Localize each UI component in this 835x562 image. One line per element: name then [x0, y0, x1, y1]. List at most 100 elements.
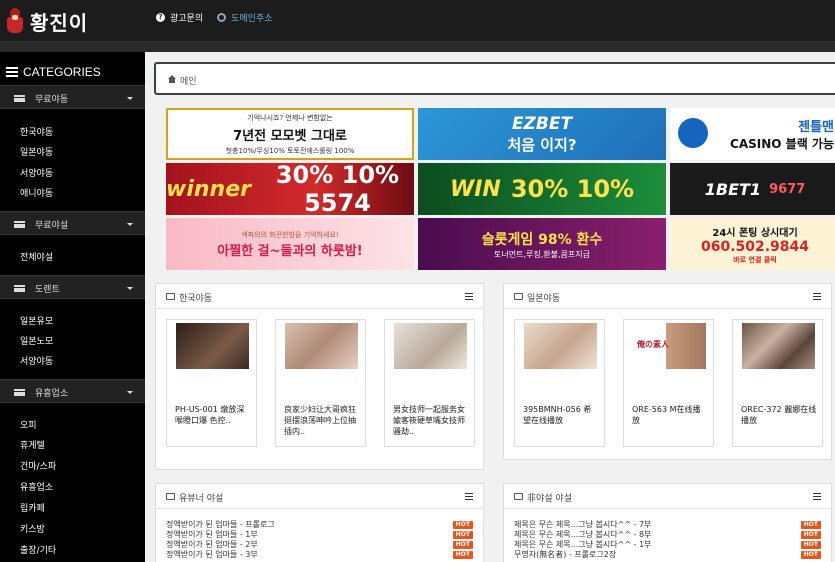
- story-list: 제목은 무슨 제목...그냥 봅시다^^ - 7부 HOT 제목은 무슨 제목..…: [514, 520, 821, 560]
- list-item[interactable]: 무명자(無名者) - 프롤로그2장 HOT: [514, 550, 821, 560]
- sidebar-item-venues[interactable]: 유흥업소: [20, 480, 53, 493]
- video-title[interactable]: 395BMNH-056 希望在线播放: [523, 404, 599, 426]
- panel-non-story: 非야설 야설 제목은 무슨 제목...그냥 봅시다^^ - 7부 HOT 제목은 …: [503, 483, 832, 562]
- sidebar-item-japan-censored[interactable]: 일본유모: [20, 314, 53, 327]
- list-item[interactable]: 제목은 무슨 제목...그냥 봅시다^^ - 7부 HOT: [514, 520, 821, 530]
- video-thumbnail[interactable]: 俺の素人: [633, 323, 706, 369]
- folder-icon: [514, 293, 523, 300]
- thumbnail-label: 俺の素人: [637, 339, 669, 349]
- breadcrumb-label[interactable]: 메인: [180, 74, 197, 87]
- hot-badge: HOT: [800, 551, 821, 559]
- video-card[interactable]: 男女技师一起服务女婾客筱硬草嘴女技师骚劫..: [384, 319, 475, 447]
- banner-night[interactable]: 색파의의 화끈한밤을 기억하세요! 아찔한 걸~들과의 하룻밤!: [166, 218, 414, 270]
- home-icon[interactable]: [168, 75, 176, 83]
- banner-slot[interactable]: 슬롯게임 98% 환수 토너먼트,루징,환불,콤프지급: [418, 218, 666, 270]
- video-title[interactable]: OREC-372 麗娜在线播放: [741, 404, 817, 426]
- list-item[interactable]: 정액받이가 된 엄마들 - 프롤로그 HOT: [166, 520, 473, 530]
- video-card[interactable]: 395BMNH-056 希望在线播放: [514, 319, 605, 447]
- logo-text: 황진이: [30, 10, 89, 35]
- logo-figure-icon: [6, 8, 24, 34]
- video-title[interactable]: 良家少妇让大哥疯狂挺摆浪荡呻吟上位抽插内..: [284, 404, 360, 437]
- panel-header: 한국야동: [156, 284, 483, 309]
- panel-japanese-video: 일본야동 395BMNH-056 希望在线播放 俺の素人 ORE-563 M在线…: [503, 283, 832, 460]
- video-thumbnail[interactable]: [285, 323, 358, 369]
- list-item[interactable]: 정액받이가 된 엄마들 - 2부 HOT: [166, 540, 473, 550]
- panel-youtuber-story: 유뷰너 야설 정액받이가 된 엄마들 - 프롤로그 HOT 정액받이가 된 엄마들…: [155, 483, 484, 562]
- panel-title[interactable]: 일본야동: [527, 291, 560, 304]
- banner-win[interactable]: WIN 30% 10%: [418, 163, 666, 215]
- list-item[interactable]: 제목은 무슨 제목...그냥 봅시다^^ - 8부 HOT: [514, 530, 821, 540]
- video-thumbnail[interactable]: [394, 323, 467, 369]
- sidebar-item-anime[interactable]: 애니야동: [20, 186, 53, 199]
- banner-gentleman-casino[interactable]: 젠틀맨 CASINO 블랙 가능: [670, 108, 835, 160]
- panel-korean-video: 한국야동 PH-US-001 燉放深喉瞪口爆 色控.. 良家少妇让大哥疯狂挺摆浪…: [155, 283, 484, 470]
- video-thumbnail[interactable]: [176, 323, 249, 369]
- list-item[interactable]: 정액받이가 된 엄마들 - 3부 HOT: [166, 550, 473, 560]
- video-card[interactable]: 俺の素人 ORE-563 M在线播放: [623, 319, 714, 447]
- video-thumbnail[interactable]: [742, 323, 815, 369]
- ad-inquiry-link[interactable]: ? 광고문의: [156, 11, 203, 24]
- sidebar-item-western[interactable]: 서양야동: [20, 166, 53, 179]
- hot-badge: HOT: [800, 531, 821, 539]
- hot-badge: HOT: [800, 541, 821, 549]
- panel-title[interactable]: 유뷰너 야설: [179, 491, 223, 504]
- sidebar: CATEGORIES 무료야동 한국야동 일본야동 서양야동 애니야동 무료야설…: [0, 52, 145, 562]
- top-sub-bar: [0, 42, 835, 52]
- top-links: ? 광고문의 도메인주소: [156, 11, 273, 24]
- video-title[interactable]: 男女技师一起服务女婾客筱硬草嘴女技师骚劫..: [393, 404, 469, 437]
- panel-header: 非야설 야설: [504, 484, 831, 509]
- sidebar-item-kissbang[interactable]: 키스방: [20, 522, 45, 535]
- sidebar-item-japanese[interactable]: 일본야동: [20, 145, 53, 158]
- caret-down-icon: [127, 287, 133, 290]
- banner-momobet[interactable]: 기억나시죠? 언제나 변함없는 7년전 모모벳 그대로 첫충10%/무싱10% …: [166, 108, 414, 160]
- banner-1bet1[interactable]: 1BET1 9677: [670, 163, 835, 215]
- list-menu-icon[interactable]: [813, 493, 821, 500]
- folder-icon: [514, 493, 523, 500]
- sidebar-item-japan-uncensored[interactable]: 일본노모: [20, 334, 53, 347]
- sidebar-item-korean[interactable]: 한국야동: [20, 125, 53, 138]
- video-title[interactable]: ORE-563 M在线播放: [632, 404, 708, 426]
- menu-icon: [14, 95, 25, 102]
- sidebar-section-entertainment[interactable]: 유흥업소: [0, 379, 145, 403]
- site-logo[interactable]: 황진이: [6, 6, 88, 36]
- list-item[interactable]: 정액받이가 된 엄마들 - 1부 HOT: [166, 530, 473, 540]
- video-card[interactable]: OREC-372 麗娜在线播放: [732, 319, 823, 447]
- banner-ezbet[interactable]: EZBET 처음 이지?: [418, 108, 666, 160]
- domain-address-link[interactable]: 도메인주소: [217, 11, 273, 24]
- list-menu-icon[interactable]: [465, 293, 473, 300]
- list-icon: [6, 67, 18, 77]
- video-card[interactable]: PH-US-001 燉放深喉瞪口爆 色控..: [166, 319, 257, 447]
- categories-title: CATEGORIES: [6, 65, 101, 79]
- sidebar-item-western-torrent[interactable]: 서양야동: [20, 354, 53, 367]
- list-menu-icon[interactable]: [465, 493, 473, 500]
- question-icon: ?: [156, 13, 165, 22]
- panel-header: 일본야동: [504, 284, 831, 309]
- sidebar-section-torrent[interactable]: 도렌트: [0, 275, 145, 299]
- banner-phone[interactable]: 24시 폰팅 상시대기 060.502.9844 바로 연결 클릭: [670, 218, 835, 270]
- sidebar-item-etc[interactable]: 출장/기타: [20, 543, 56, 556]
- sidebar-item-lipcafe[interactable]: 립카페: [20, 501, 45, 514]
- hot-badge: HOT: [800, 521, 821, 529]
- caret-down-icon: [127, 97, 133, 100]
- sidebar-item-op[interactable]: 오피: [20, 418, 37, 431]
- panel-title[interactable]: 한국야동: [179, 291, 212, 304]
- banner-winner[interactable]: winner 30% 10% 5574: [166, 163, 414, 215]
- hot-badge: HOT: [452, 541, 473, 549]
- video-thumbnail[interactable]: [524, 323, 597, 369]
- sidebar-item-all-stories[interactable]: 전체야설: [20, 250, 53, 263]
- sidebar-section-free-story[interactable]: 무료야설: [0, 211, 145, 235]
- hot-badge: HOT: [452, 551, 473, 559]
- video-title[interactable]: PH-US-001 燉放深喉瞪口爆 色控..: [175, 404, 251, 426]
- list-menu-icon[interactable]: [813, 293, 821, 300]
- list-item[interactable]: 제목은 무슨 제목...그냥 봅시다^^ - 1부 HOT: [514, 540, 821, 550]
- panel-header: 유뷰너 야설: [156, 484, 483, 509]
- panel-title[interactable]: 非야설 야설: [527, 491, 572, 504]
- top-bar: 황진이 ? 광고문의 도메인주소: [0, 0, 835, 42]
- hot-badge: HOT: [452, 521, 473, 529]
- folder-icon: [166, 493, 175, 500]
- breadcrumb: 메인: [154, 62, 835, 95]
- video-card[interactable]: 良家少妇让大哥疯狂挺摆浪荡呻吟上位抽插内..: [275, 319, 366, 447]
- sidebar-section-free-video[interactable]: 무료야동: [0, 85, 145, 109]
- sidebar-item-rest[interactable]: 휴게텔: [20, 438, 45, 451]
- sidebar-item-spa[interactable]: 건마/스파: [20, 459, 56, 472]
